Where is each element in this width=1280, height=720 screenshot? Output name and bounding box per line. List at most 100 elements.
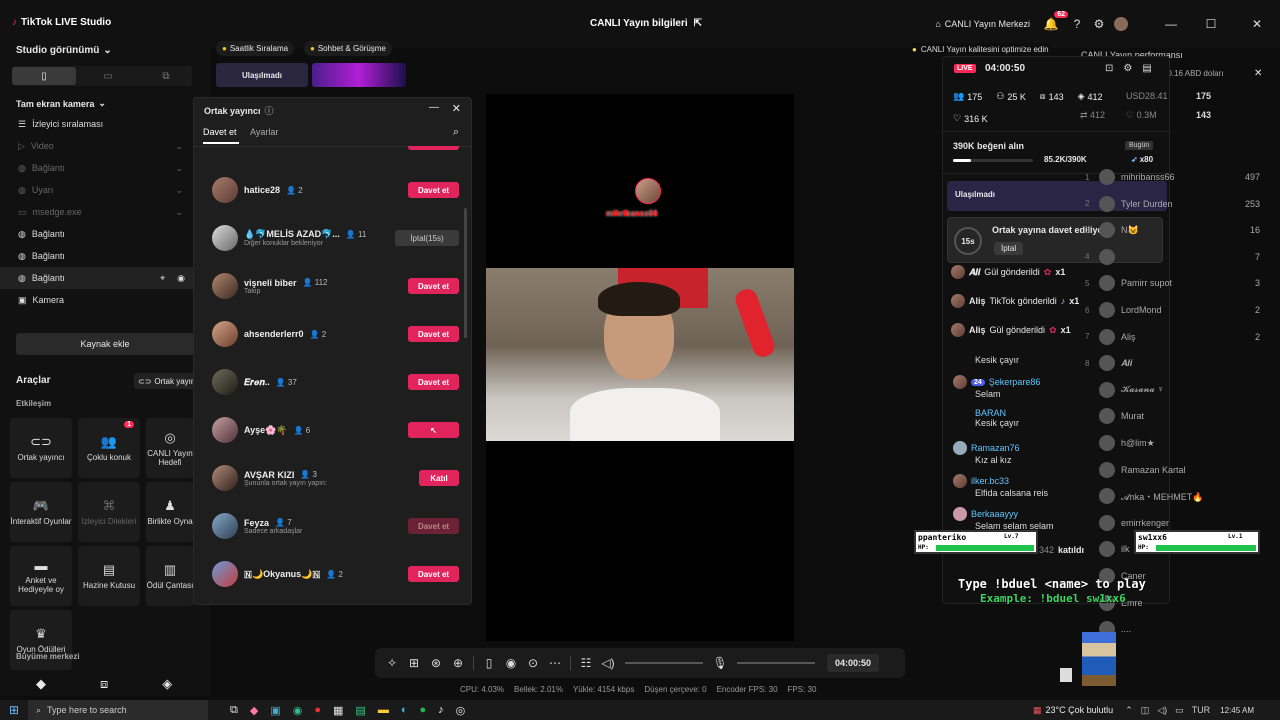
add-source-button[interactable]: Kaynak ekle xyxy=(16,333,194,355)
avatar[interactable] xyxy=(1110,13,1132,35)
phone-icon[interactable]: ▯ xyxy=(478,652,500,674)
share-icon[interactable]: ⇱ xyxy=(694,18,702,29)
task-view-icon[interactable]: ⧉ xyxy=(230,704,238,717)
tool-play-together[interactable]: ♟ Birlikte Oyna xyxy=(146,482,194,542)
tool-game-rewards[interactable]: ♛ Oyun Ödülleri xyxy=(10,610,72,670)
source-item-selected[interactable]: ◍ Bağlantı ⌖ ◉ xyxy=(0,267,195,289)
close-icon[interactable]: ✕ xyxy=(452,102,461,115)
invite-button[interactable]: Davet et xyxy=(408,182,459,198)
minimize-icon[interactable]: — xyxy=(1154,13,1188,35)
dual-layout-icon[interactable]: ⧉ xyxy=(140,71,192,82)
cancel-invite-button[interactable]: İptal(15s) xyxy=(395,230,459,246)
cohost-chip[interactable]: ⊂⊃ Ortak yayın xyxy=(134,373,194,389)
source-item[interactable]: ▣ Kamera xyxy=(0,289,195,311)
windows-start-icon[interactable]: ⊞ xyxy=(0,700,28,720)
live-center-button[interactable]: ⌂ CANLI Yayın Merkezi xyxy=(935,19,1030,29)
chevron-down-icon[interactable]: ⌄ xyxy=(175,163,183,174)
edge-icon[interactable]: ◐ xyxy=(401,704,408,716)
effects-icon[interactable]: ⊛ xyxy=(425,652,447,674)
sticker-icon[interactable]: ⊞ xyxy=(403,652,425,674)
close-tip-icon[interactable]: ✕ xyxy=(1254,68,1262,79)
shield-icon[interactable]: ◆ xyxy=(36,676,46,692)
optimize-tip[interactable]: ● CANLI Yayın kalitesini optimize edin xyxy=(912,43,1049,55)
chat-meet-chip[interactable]: ● Sohbet & Görüşme xyxy=(304,41,392,56)
microphone-icon[interactable]: 🎙 xyxy=(709,652,731,674)
diamond-icon[interactable]: ◈ xyxy=(162,676,172,692)
chevron-down-icon[interactable]: ⌄ xyxy=(175,207,183,218)
folder-icon[interactable]: ▬ xyxy=(378,704,389,716)
tool-poll[interactable]: ▬ Anket ve Hediyeyle oy xyxy=(10,546,72,606)
tool-reward-bag[interactable]: ▥ Ödül Çantası xyxy=(146,546,194,606)
tab-settings[interactable]: Ayarlar xyxy=(250,127,278,137)
maximize-icon[interactable]: ☐ xyxy=(1188,13,1234,35)
crosshair-icon[interactable]: ⌖ xyxy=(160,273,165,284)
gift-icon[interactable]: ⧈ xyxy=(100,676,108,692)
reached-banner[interactable]: Ulaşılmadı xyxy=(216,63,308,87)
source-item[interactable]: ▭ msedge.exe ⌄ xyxy=(0,201,195,223)
clock[interactable]: 12:45 AM xyxy=(1220,706,1254,715)
settings-sliders-icon[interactable]: ☷ xyxy=(575,652,597,674)
language[interactable]: TUR xyxy=(1192,705,1211,715)
source-item[interactable]: ◍ Bağlantı xyxy=(0,245,195,267)
chevron-down-icon[interactable]: ⌄ xyxy=(175,185,183,196)
app-icon[interactable]: ◆ xyxy=(250,704,258,717)
chevron-up-icon[interactable]: ⌃ xyxy=(1125,705,1133,716)
network-icon[interactable]: ◫ xyxy=(1141,705,1150,716)
close-icon[interactable]: ✕ xyxy=(1234,13,1280,35)
magic-wand-icon[interactable]: ✧ xyxy=(381,652,403,674)
app-icon[interactable]: ▤ xyxy=(355,704,365,717)
add-media-icon[interactable]: ⊕ xyxy=(447,652,469,674)
tool-cohost[interactable]: ⊂⊃ Ortak yayıncı xyxy=(10,418,72,478)
scene-dropdown[interactable]: Tam ekran kamera ⌄ xyxy=(16,98,106,109)
invite-button-hover[interactable]: ↖ xyxy=(408,422,459,438)
spotify-icon[interactable]: ● xyxy=(419,704,426,716)
info-icon[interactable]: ⓘ xyxy=(265,104,274,117)
chevron-down-icon[interactable]: ⌄ xyxy=(175,141,183,152)
volume-icon[interactable]: ◁) xyxy=(1157,705,1167,716)
source-item[interactable]: ◍ Bağlantı xyxy=(0,223,195,245)
source-item[interactable]: ☰ İzleyici sıralaması xyxy=(0,113,195,135)
record-icon[interactable]: ◉ xyxy=(500,652,522,674)
tool-treasure-box[interactable]: ▤ Hazine Kutusu xyxy=(78,546,140,606)
app-icon[interactable]: ◎ xyxy=(456,704,466,717)
live-info-title[interactable]: CANLI Yayın bilgileri ⇱ xyxy=(590,18,702,29)
eye-icon[interactable]: ◉ xyxy=(177,273,185,284)
volume-slider[interactable] xyxy=(625,662,703,664)
minimize-icon[interactable]: — xyxy=(429,102,439,113)
studio-view-dropdown[interactable]: Studio görünümü ⌄ xyxy=(16,45,112,56)
edge-icon[interactable]: ◉ xyxy=(293,704,303,717)
join-button[interactable]: Katıl xyxy=(419,470,459,486)
lock-icon[interactable]: ⊡ xyxy=(1105,63,1113,74)
speaker-icon[interactable]: ◁) xyxy=(597,652,619,674)
scrollbar[interactable] xyxy=(464,208,467,338)
search-icon[interactable]: ⌕ xyxy=(453,126,459,139)
source-item[interactable]: ▷ Video ⌄ xyxy=(0,135,195,157)
bell-icon[interactable]: 🔔 62 xyxy=(1040,11,1068,35)
tool-multi-guest[interactable]: 1 👥 Çoklu konuk xyxy=(78,418,140,478)
invite-button[interactable]: Davet et xyxy=(408,374,459,390)
source-item[interactable]: ◍ Uyarı ⌄ xyxy=(0,179,195,201)
layout-icon[interactable]: ▤ xyxy=(1142,63,1151,74)
tab-invite[interactable]: Davet et xyxy=(203,127,237,137)
invite-button[interactable]: Davet et xyxy=(408,566,459,582)
screenshot-icon[interactable]: ⊙ xyxy=(522,652,544,674)
cancel-invite-button[interactable]: İptal xyxy=(994,242,1024,255)
tool-interactive-games[interactable]: 🎮 İnteraktif Oyunlar xyxy=(10,482,72,542)
gear-icon[interactable]: ⚙ xyxy=(1088,13,1110,35)
hourly-ranking-chip[interactable]: ● Saatlik Sıralama xyxy=(216,41,295,56)
invite-button[interactable]: Davet et xyxy=(408,278,459,294)
mic-slider[interactable] xyxy=(737,662,815,664)
weather[interactable]: ▦ 23°C Çok bulutlu xyxy=(1033,705,1113,716)
store-icon[interactable]: ▣ xyxy=(270,704,280,717)
invite-button[interactable]: Davet et xyxy=(408,326,459,342)
app-icon[interactable]: ▦ xyxy=(333,704,343,717)
tiktok-icon[interactable]: ♪ xyxy=(438,704,444,716)
tool-live-goal[interactable]: ◎ CANLI Yayın Hedefi xyxy=(146,418,194,478)
tool-viewer-wishes[interactable]: ⌘ İzleyici Dilekleri xyxy=(78,482,140,542)
gear-icon[interactable]: ⚙ xyxy=(1123,63,1132,74)
more-icon[interactable]: ⋯ xyxy=(544,652,566,674)
help-icon[interactable]: ? xyxy=(1066,13,1088,35)
taskbar-search[interactable]: ⌕ Type here to search xyxy=(28,700,208,720)
source-item[interactable]: ◍ Bağlantı ⌄ xyxy=(0,157,195,179)
app-icon[interactable]: ● xyxy=(314,704,321,716)
